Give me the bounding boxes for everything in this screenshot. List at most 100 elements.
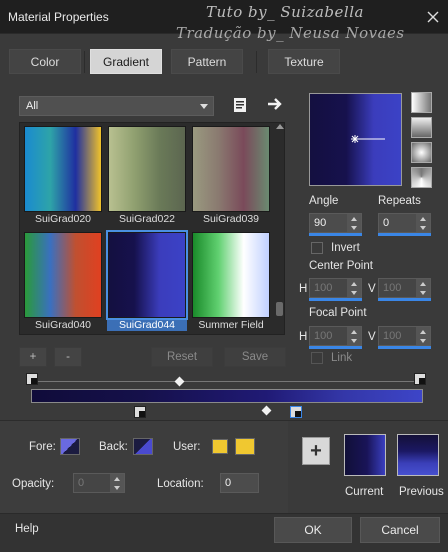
current-swatch[interactable]: [344, 434, 386, 476]
focal-h-slider[interactable]: [309, 346, 362, 349]
location-input[interactable]: 0: [220, 473, 259, 493]
back-color-chip[interactable]: [133, 438, 153, 455]
tab-pattern[interactable]: Pattern: [171, 49, 243, 74]
repeats-value: 0: [383, 217, 390, 229]
focal-v-slider[interactable]: [378, 346, 431, 349]
scroll-up-icon[interactable]: [276, 124, 284, 129]
gradient-item[interactable]: SuiGrad022: [107, 125, 187, 225]
library-scrollbar-thumb[interactable]: [276, 302, 283, 316]
cancel-button[interactable]: Cancel: [360, 517, 440, 543]
center-v-input[interactable]: 100: [378, 278, 431, 298]
previous-swatch[interactable]: [397, 434, 439, 476]
center-v-stepper[interactable]: [416, 279, 430, 297]
arrow-right-icon: [268, 98, 282, 110]
center-v-label: V: [368, 283, 376, 295]
gradient-swatch: [108, 126, 186, 212]
library-options-icon: [234, 98, 246, 112]
focal-v-value: 100: [383, 330, 402, 342]
focal-h-label: H: [299, 331, 308, 343]
gradient-item-label: SuiGrad022: [118, 213, 176, 225]
gradient-item[interactable]: SuiGrad039: [191, 125, 271, 225]
fore-label: Fore:: [29, 441, 56, 453]
repeats-stepper[interactable]: [416, 214, 430, 232]
gradient-item-selected[interactable]: SuiGrad044: [106, 230, 188, 331]
style-linear-button[interactable]: [411, 92, 432, 113]
center-v-value: 100: [383, 282, 402, 294]
gradient-swatch: [106, 230, 188, 320]
center-point-label: Center Point: [309, 260, 373, 272]
location-value: 0: [225, 477, 232, 489]
library-export-button[interactable]: [266, 96, 284, 112]
user-color-radio[interactable]: [212, 439, 228, 454]
save-button[interactable]: Save: [224, 347, 286, 367]
library-scrollbar[interactable]: [275, 126, 284, 331]
tab-texture[interactable]: Texture: [268, 49, 340, 74]
angle-input[interactable]: 90: [309, 213, 362, 233]
opacity-stepper[interactable]: [110, 474, 124, 492]
close-icon: [427, 11, 439, 23]
opacity-input[interactable]: 0: [73, 473, 125, 493]
chevron-down-icon: [200, 104, 208, 109]
gradient-editor-bar[interactable]: [31, 389, 423, 403]
ok-button[interactable]: OK: [274, 517, 352, 543]
repeats-label: Repeats: [378, 195, 421, 207]
focal-h-value: 100: [314, 330, 333, 342]
invert-checkbox[interactable]: [311, 242, 323, 254]
opacity-stop-end[interactable]: [414, 373, 426, 385]
library-filter-value: All: [26, 100, 39, 112]
link-checkbox[interactable]: [311, 352, 323, 364]
tab-color[interactable]: Color: [9, 49, 81, 74]
add-swatch-button[interactable]: +: [302, 437, 330, 465]
center-v-slider[interactable]: [378, 298, 431, 301]
library-filter-select[interactable]: All: [19, 96, 214, 116]
repeats-slider[interactable]: [378, 233, 431, 236]
help-link[interactable]: Help: [15, 523, 39, 535]
tab-gradient[interactable]: Gradient: [90, 49, 162, 74]
fore-color-chip[interactable]: [60, 438, 80, 455]
gradient-preview[interactable]: [309, 93, 402, 186]
focal-v-input[interactable]: 100: [378, 326, 431, 346]
gradient-item-label: Summer Field: [198, 319, 264, 331]
focal-v-stepper[interactable]: [416, 327, 430, 345]
color-stop-selected[interactable]: [290, 406, 302, 418]
user-color-chip[interactable]: [235, 438, 255, 455]
opacity-midpoint[interactable]: [174, 376, 185, 387]
center-h-stepper[interactable]: [347, 279, 361, 297]
gradient-item-label: SuiGrad040: [34, 319, 92, 331]
gradient-item[interactable]: SuiGrad020: [23, 125, 103, 225]
style-rectangular-button[interactable]: [411, 117, 432, 138]
opacity-track: [30, 381, 424, 382]
angle-slider[interactable]: [309, 233, 362, 236]
invert-label: Invert: [331, 242, 360, 254]
reset-button[interactable]: Reset: [151, 347, 213, 367]
gradient-item-label: SuiGrad044: [107, 319, 187, 331]
opacity-stop-start[interactable]: [26, 373, 38, 385]
gradient-center-handle: [351, 135, 385, 143]
color-stop[interactable]: [134, 406, 146, 418]
remove-gradient-button[interactable]: -: [54, 347, 82, 367]
style-sunburst-button[interactable]: [411, 142, 432, 163]
gradient-item[interactable]: SuiGrad040: [23, 231, 103, 331]
tab-divider: [84, 51, 85, 73]
style-radial-button[interactable]: [411, 167, 432, 188]
repeats-input[interactable]: 0: [378, 213, 431, 233]
current-label: Current: [345, 486, 384, 498]
plus-icon: +: [310, 439, 322, 462]
angle-stepper[interactable]: [347, 214, 361, 232]
previous-label: Previous: [399, 486, 444, 498]
close-button[interactable]: [420, 4, 446, 30]
gradient-item-label: SuiGrad039: [202, 213, 260, 225]
focal-h-input[interactable]: 100: [309, 326, 362, 346]
center-h-label: H: [299, 283, 308, 295]
gradient-swatch: [24, 126, 102, 212]
focal-h-stepper[interactable]: [347, 327, 361, 345]
library-options-button[interactable]: [232, 97, 248, 113]
center-h-slider[interactable]: [309, 298, 362, 301]
gradient-swatch: [192, 126, 270, 212]
opacity-value: 0: [78, 477, 85, 489]
color-midpoint[interactable]: [261, 405, 272, 416]
watermark-line-2: Tradução by_ Neusa Novaes: [176, 24, 405, 42]
gradient-item[interactable]: Summer Field: [191, 231, 271, 331]
center-h-input[interactable]: 100: [309, 278, 362, 298]
add-gradient-button[interactable]: +: [19, 347, 47, 367]
